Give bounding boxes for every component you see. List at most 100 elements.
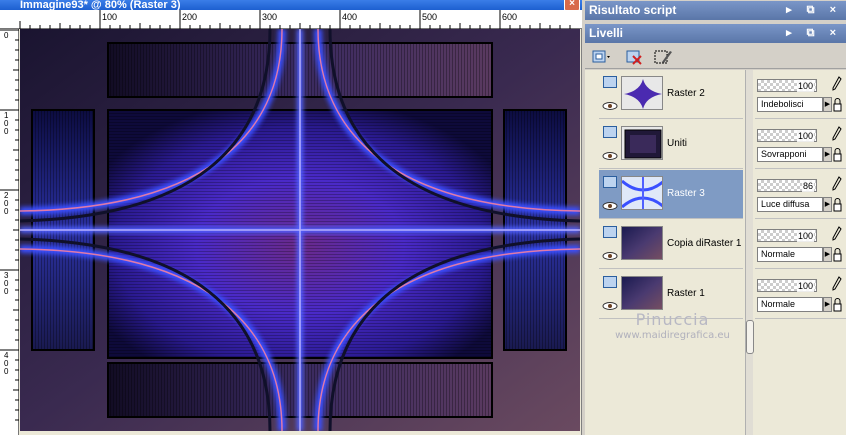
- ruler-label: 100: [4, 111, 9, 136]
- layer-thumbnail: [621, 76, 663, 110]
- blend-mode-select[interactable]: Luce diffusa: [757, 197, 823, 212]
- layer-thumbnail: [621, 126, 663, 160]
- image-window-title: Immagine93* @ 80% (Raster 3): [20, 0, 181, 10]
- ruler-label: 0: [4, 31, 9, 40]
- chevron-right-icon[interactable]: ▶: [823, 297, 832, 312]
- chevron-right-icon[interactable]: ▶: [823, 147, 832, 162]
- lock-icon[interactable]: [833, 298, 842, 312]
- opacity-value: 100: [796, 130, 814, 142]
- layer-properties-column: 100 Indebolisci ▶ 100 Sovrapponi ▶ 86 Lu…: [755, 70, 846, 320]
- scrollbar-thumb[interactable]: [746, 320, 754, 354]
- image-canvas[interactable]: [20, 29, 580, 431]
- ruler-label: 300: [4, 271, 9, 296]
- layer-type-icon: [603, 226, 617, 238]
- ruler-label: 500: [422, 12, 438, 22]
- panel-buttons-icon[interactable]: ▸ ⧉ ×: [786, 1, 842, 20]
- layer-type-icon: [603, 276, 617, 288]
- delete-layer-button[interactable]: [625, 48, 645, 66]
- layer-props-raster-1: 100 Normale ▶: [755, 270, 846, 319]
- watermark-site: www.maidiregrafica.eu: [615, 330, 730, 341]
- new-layer-dropdown-button[interactable]: [591, 48, 611, 66]
- layer-name: Raster 2: [667, 88, 705, 99]
- edit-pencil-icon[interactable]: [832, 176, 842, 192]
- close-icon[interactable]: ×: [564, 0, 580, 10]
- layer-list: Raster 2 Uniti Raster 3 Copia diRaster 1…: [599, 70, 743, 320]
- layer-thumbnail-image: [622, 77, 662, 109]
- dock-panels: Risultato script ▸ ⧉ × Livelli ▸ ⧉ × Ras…: [582, 0, 846, 435]
- layer-name: Uniti: [667, 138, 688, 149]
- visibility-eye-icon[interactable]: [602, 152, 618, 160]
- delete-layer-icon: [626, 50, 642, 65]
- blend-mode-select[interactable]: Normale: [757, 297, 823, 312]
- lock-icon[interactable]: [833, 98, 842, 112]
- layer-type-icon: [603, 126, 617, 138]
- ruler-label: 200: [182, 12, 198, 22]
- layer-name: Raster 1: [667, 288, 705, 299]
- ruler-label: 200: [4, 191, 9, 216]
- layers-palette: Raster 2 Uniti Raster 3 Copia diRaster 1…: [585, 70, 846, 435]
- edit-pencil-icon[interactable]: [832, 276, 842, 292]
- opacity-slider[interactable]: 100: [757, 79, 817, 92]
- panel-buttons-icon[interactable]: ▸ ⧉ ×: [786, 24, 842, 43]
- layer-thumbnail: [621, 226, 663, 260]
- lock-icon[interactable]: [833, 148, 842, 162]
- blend-mode-select[interactable]: Normale: [757, 247, 823, 262]
- script-output-panel-title: Risultato script: [589, 3, 677, 17]
- lock-icon[interactable]: [833, 248, 842, 262]
- script-output-panel-titlebar[interactable]: Risultato script ▸ ⧉ ×: [585, 1, 846, 20]
- ruler-vertical: 0 100 200 300 400: [0, 29, 19, 435]
- layer-name: Copia diRaster 1: [667, 238, 742, 249]
- chevron-right-icon[interactable]: ▶: [823, 247, 832, 262]
- ruler-label: 600: [502, 12, 518, 22]
- layer-props-uniti: 100 Sovrapponi ▶: [755, 120, 846, 169]
- layer-thumbnail-image: [622, 227, 662, 259]
- layer-props-raster-2: 100 Indebolisci ▶: [755, 70, 846, 119]
- visibility-eye-icon[interactable]: [602, 252, 618, 260]
- layer-thumbnail-image: [622, 127, 662, 159]
- visibility-eye-icon[interactable]: [602, 302, 618, 310]
- layer-props-copia-di-raster-1: 100 Normale ▶: [755, 220, 846, 269]
- layer-row-uniti[interactable]: Uniti: [599, 120, 743, 169]
- ruler-horizontal-ticks: [19, 10, 571, 29]
- visibility-eye-icon[interactable]: [602, 102, 618, 110]
- layers-panel-title: Livelli: [589, 26, 624, 40]
- layers-toolbar: [585, 45, 846, 69]
- edit-pencil-icon[interactable]: [832, 76, 842, 92]
- opacity-slider[interactable]: 100: [757, 129, 817, 142]
- new-layer-icon: [592, 50, 610, 63]
- layer-row-raster-1[interactable]: Raster 1: [599, 270, 743, 319]
- image-window-titlebar[interactable]: Immagine93* @ 80% (Raster 3) ×: [0, 0, 582, 10]
- chevron-right-icon[interactable]: ▶: [823, 197, 832, 212]
- opacity-slider[interactable]: 100: [757, 229, 817, 242]
- ruler-label: 400: [4, 351, 9, 376]
- opacity-slider[interactable]: 100: [757, 279, 817, 292]
- chevron-right-icon[interactable]: ▶: [823, 97, 832, 112]
- ruler-horizontal: 100 200 300 400 500 600: [0, 10, 582, 29]
- layer-row-copia-di-raster-1[interactable]: Copia diRaster 1: [599, 220, 743, 269]
- blend-mode-select[interactable]: Sovrapponi: [757, 147, 823, 162]
- layer-type-icon: [603, 76, 617, 88]
- opacity-value: 100: [796, 280, 814, 292]
- layer-list-scrollbar[interactable]: [745, 70, 754, 435]
- lock-icon[interactable]: [833, 198, 842, 212]
- blend-mode-select[interactable]: Indebolisci: [757, 97, 823, 112]
- layer-name: Raster 3: [667, 188, 705, 199]
- opacity-value: 100: [796, 230, 814, 242]
- edit-pencil-icon[interactable]: [832, 226, 842, 242]
- layer-thumbnail-image: [622, 177, 662, 209]
- layer-row-raster-3[interactable]: Raster 3: [599, 170, 743, 219]
- layer-thumbnail: [621, 276, 663, 310]
- opacity-value: 86: [801, 180, 814, 192]
- ruler-label: 100: [102, 12, 118, 22]
- edit-layer-icon: [654, 50, 672, 64]
- opacity-slider[interactable]: 86: [757, 179, 817, 192]
- layers-panel-titlebar[interactable]: Livelli ▸ ⧉ ×: [585, 24, 846, 43]
- layer-row-raster-2[interactable]: Raster 2: [599, 70, 743, 119]
- layer-type-icon: [603, 176, 617, 188]
- edit-pencil-icon[interactable]: [832, 126, 842, 142]
- layer-thumbnail: [621, 176, 663, 210]
- visibility-eye-icon[interactable]: [602, 202, 618, 210]
- layer-properties-button[interactable]: [653, 48, 673, 66]
- layer-thumbnail-image: [622, 277, 662, 309]
- artwork: [20, 29, 580, 431]
